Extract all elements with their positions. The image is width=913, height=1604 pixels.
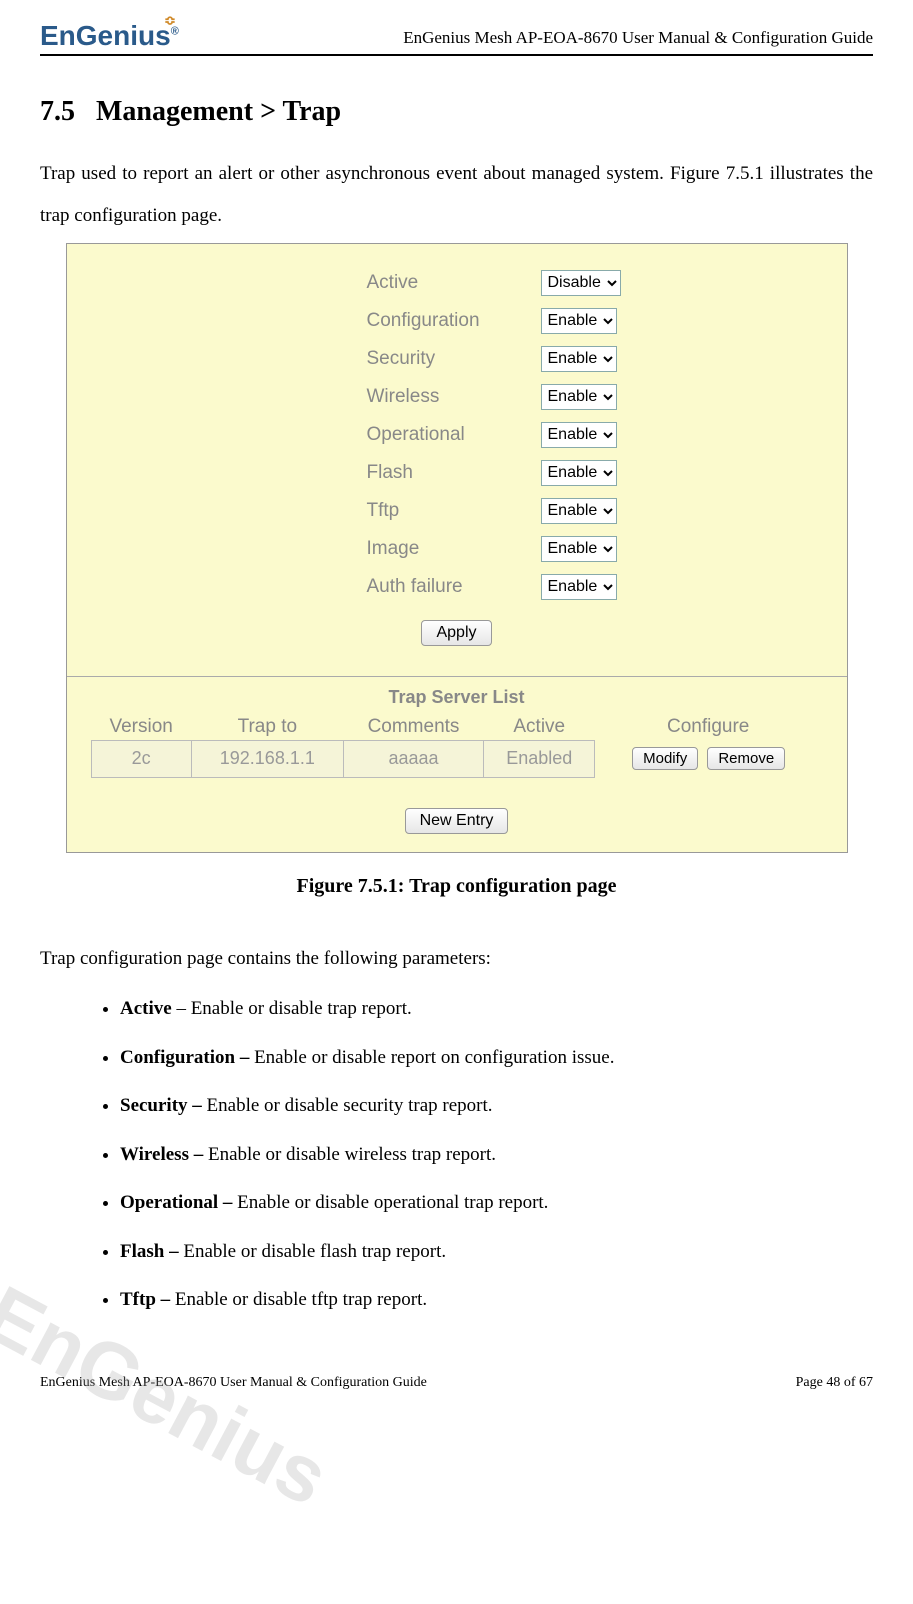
page-header: EnGenius® ≎ EnGenius Mesh AP-EOA-8670 Us…: [40, 20, 873, 56]
authfailure-select[interactable]: Enable: [541, 574, 617, 600]
table-header-row: Version Trap to Comments Active Configur…: [91, 714, 822, 741]
cell-active: Enabled: [484, 740, 595, 777]
config-row-wireless: Wireless Enable: [67, 378, 847, 416]
config-label: Configuration: [67, 310, 537, 332]
list-item: Flash – Enable or disable flash trap rep…: [120, 1228, 873, 1277]
list-item: Wireless – Enable or disable wireless tr…: [120, 1131, 873, 1180]
section-heading: 7.5 Management > Trap: [40, 96, 873, 128]
figure-caption: Figure 7.5.1: Trap configuration page: [40, 875, 873, 898]
tftp-select[interactable]: Enable: [541, 498, 617, 524]
parameter-list: Active – Enable or disable trap report. …: [40, 985, 873, 1325]
logo: EnGenius® ≎: [40, 20, 179, 52]
list-item: Configuration – Enable or disable report…: [120, 1034, 873, 1083]
config-row-tftp: Tftp Enable: [67, 492, 847, 530]
config-row-authfailure: Auth failure Enable: [67, 568, 847, 606]
cell-configure: Modify Remove: [595, 740, 822, 777]
document-title: EnGenius Mesh AP-EOA-8670 User Manual & …: [403, 28, 873, 52]
config-label: Operational: [67, 424, 537, 446]
config-row-flash: Flash Enable: [67, 454, 847, 492]
config-label: Security: [67, 348, 537, 370]
config-label: Wireless: [67, 386, 537, 408]
active-select[interactable]: Disable: [541, 270, 621, 296]
security-select[interactable]: Enable: [541, 346, 617, 372]
col-trapto: Trap to: [191, 714, 343, 741]
footer-left: EnGenius Mesh AP-EOA-8670 User Manual & …: [40, 1375, 427, 1391]
config-label: Image: [67, 538, 537, 560]
trap-server-list-title: Trap Server List: [67, 677, 847, 714]
col-version: Version: [91, 714, 191, 741]
list-item: Operational – Enable or disable operatio…: [120, 1179, 873, 1228]
section-title: Management > Trap: [96, 96, 341, 127]
page-footer: EnGenius Mesh AP-EOA-8670 User Manual & …: [0, 1345, 913, 1409]
logo-text: EnGenius: [40, 20, 171, 51]
config-label: Auth failure: [67, 576, 537, 598]
operational-select[interactable]: Enable: [541, 422, 617, 448]
trap-server-table: Version Trap to Comments Active Configur…: [91, 714, 823, 778]
config-label: Active: [67, 272, 537, 294]
cell-version: 2c: [91, 740, 191, 777]
trap-config-screenshot: Active Disable Configuration Enable Secu…: [66, 243, 848, 853]
col-comments: Comments: [343, 714, 483, 741]
config-label: Flash: [67, 462, 537, 484]
configuration-select[interactable]: Enable: [541, 308, 617, 334]
params-intro: Trap configuration page contains the fol…: [40, 938, 873, 980]
list-item: Tftp – Enable or disable tftp trap repor…: [120, 1276, 873, 1325]
config-row-active: Active Disable: [67, 264, 847, 302]
col-active: Active: [484, 714, 595, 741]
config-row-operational: Operational Enable: [67, 416, 847, 454]
remove-button[interactable]: Remove: [707, 747, 785, 770]
new-entry-button[interactable]: New Entry: [405, 808, 509, 834]
table-row: 2c 192.168.1.1 aaaaa Enabled Modify Remo…: [91, 740, 822, 777]
config-row-security: Security Enable: [67, 340, 847, 378]
footer-right: Page 48 of 67: [796, 1375, 873, 1391]
config-row-image: Image Enable: [67, 530, 847, 568]
image-select[interactable]: Enable: [541, 536, 617, 562]
modify-button[interactable]: Modify: [632, 747, 698, 770]
intro-paragraph: Trap used to report an alert or other as…: [40, 153, 873, 237]
config-row-configuration: Configuration Enable: [67, 302, 847, 340]
list-item: Active – Enable or disable trap report.: [120, 985, 873, 1034]
section-number: 7.5: [40, 96, 75, 127]
config-label: Tftp: [67, 500, 537, 522]
wireless-select[interactable]: Enable: [541, 384, 617, 410]
list-item: Security – Enable or disable security tr…: [120, 1082, 873, 1131]
cell-comments: aaaaa: [343, 740, 483, 777]
apply-button[interactable]: Apply: [421, 620, 491, 646]
cell-trapto: 192.168.1.1: [191, 740, 343, 777]
col-configure: Configure: [595, 714, 822, 741]
wifi-icon: ≎: [164, 12, 176, 29]
trap-config-panel: Active Disable Configuration Enable Secu…: [67, 244, 847, 676]
flash-select[interactable]: Enable: [541, 460, 617, 486]
